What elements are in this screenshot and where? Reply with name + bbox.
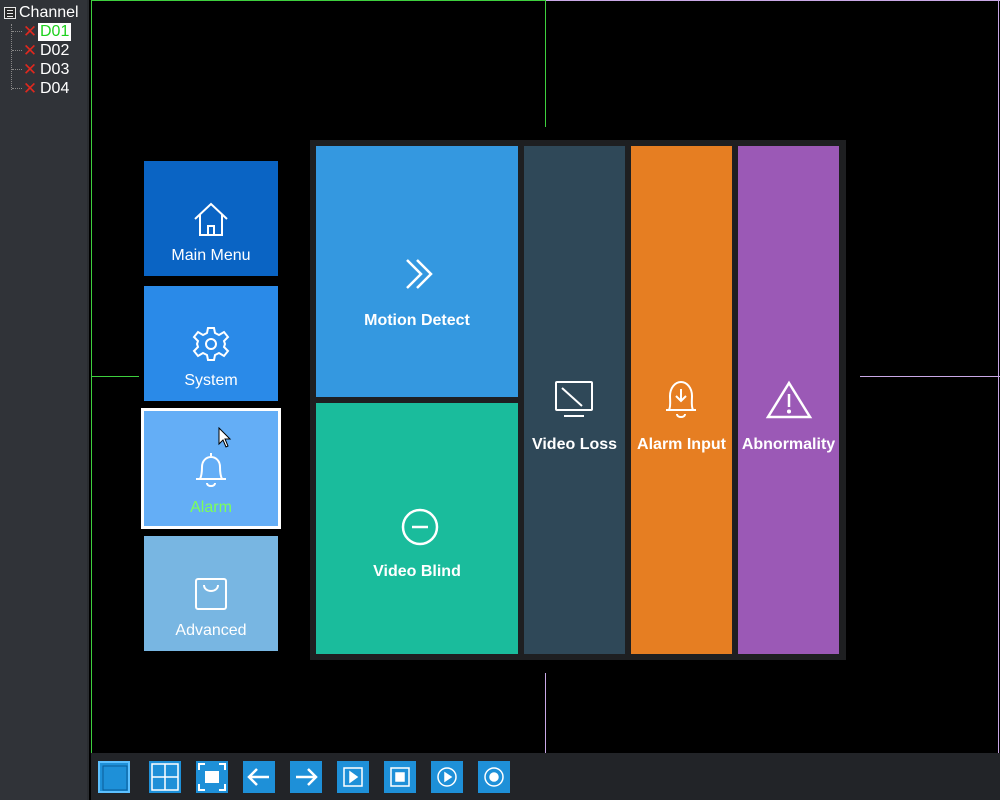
video-blind-tile[interactable]: Video Blind [316, 403, 518, 654]
single-view-button[interactable] [98, 761, 130, 793]
video-pane-border [91, 0, 545, 1]
abnormality-tile[interactable]: Abnormality [738, 146, 839, 654]
play-button[interactable] [337, 761, 369, 793]
bell-icon [196, 453, 226, 488]
gear-icon [192, 327, 230, 361]
warning-triangle-icon [765, 380, 813, 419]
video-loss-label: Video Loss [531, 436, 618, 453]
monitor-slash-icon [555, 381, 593, 417]
quad-view-button[interactable] [149, 761, 181, 793]
advanced-label: Advanced [175, 622, 247, 639]
target-button[interactable] [478, 761, 510, 793]
channel-label: D04 [40, 80, 70, 97]
motion-detect-tile[interactable]: Motion Detect [316, 146, 518, 397]
video-pane-border [860, 376, 1000, 377]
double-chevron-right-icon [406, 259, 433, 289]
play-icon [343, 767, 363, 787]
channel-item-d02[interactable]: ✕ D02 [12, 42, 71, 60]
disconnected-icon: ✕ [22, 41, 38, 60]
alarm-input-tile[interactable]: Alarm Input [631, 146, 732, 654]
minus-circle-icon [401, 508, 439, 546]
channel-tree-root[interactable]: Channel [4, 4, 79, 22]
main-menu-label: Main Menu [171, 247, 251, 264]
next-button[interactable] [290, 761, 322, 793]
tree-branch [12, 69, 22, 71]
channel-label: D03 [40, 61, 70, 78]
abnormality-label: Abnormality [741, 436, 836, 453]
disconnected-icon: ✕ [22, 60, 38, 79]
channel-label: D01 [38, 23, 72, 41]
arrow-left-icon [247, 768, 269, 786]
video-pane-border [546, 0, 1000, 1]
arrow-right-icon [296, 768, 318, 786]
previous-button[interactable] [243, 761, 275, 793]
channel-label: D02 [40, 42, 70, 59]
channel-item-d04[interactable]: ✕ D04 [12, 80, 71, 98]
bag-icon [195, 578, 227, 610]
fullscreen-button[interactable] [196, 761, 228, 793]
disconnected-icon: ✕ [22, 22, 38, 41]
home-icon [194, 202, 228, 236]
motion-detect-label: Motion Detect [364, 312, 470, 329]
alarm-label: Alarm [190, 499, 232, 516]
playback-button[interactable] [431, 761, 463, 793]
bell-download-icon [666, 380, 696, 419]
advanced-tile[interactable]: Advanced [144, 536, 278, 651]
system-tile[interactable]: System [144, 286, 278, 401]
main-menu-tile[interactable]: Main Menu [144, 161, 278, 276]
record-icon [390, 767, 410, 787]
tree-branch [12, 88, 22, 90]
alarm-submenu-panel: Motion Detect Video Blind Video Loss Ala… [310, 140, 846, 660]
channel-sidebar: Channel ✕ D01 ✕ D02 ✕ D03 ✕ D04 [0, 0, 89, 800]
tree-branch [12, 50, 22, 52]
fullscreen-icon [198, 763, 226, 791]
record-button[interactable] [384, 761, 416, 793]
quad-view-icon [151, 763, 179, 791]
disconnected-icon: ✕ [22, 79, 38, 98]
tree-branch [12, 31, 22, 33]
channel-item-d03[interactable]: ✕ D03 [12, 61, 71, 79]
video-pane-border [545, 673, 546, 753]
video-loss-tile[interactable]: Video Loss [524, 146, 625, 654]
video-pane-border [91, 376, 139, 377]
bottom-toolbar [91, 753, 1000, 800]
alarm-tile[interactable]: Alarm [141, 408, 281, 529]
single-view-icon [102, 765, 128, 791]
playback-icon [437, 767, 457, 787]
video-pane-border [545, 0, 546, 127]
list-icon [4, 7, 16, 19]
mouse-cursor [218, 427, 232, 448]
alarm-input-label: Alarm Input [637, 436, 726, 453]
channel-root-label: Channel [19, 4, 79, 21]
target-icon [484, 767, 504, 787]
channel-item-d01[interactable]: ✕ D01 [12, 22, 72, 41]
video-blind-label: Video Blind [373, 563, 461, 580]
system-label: System [184, 372, 238, 389]
